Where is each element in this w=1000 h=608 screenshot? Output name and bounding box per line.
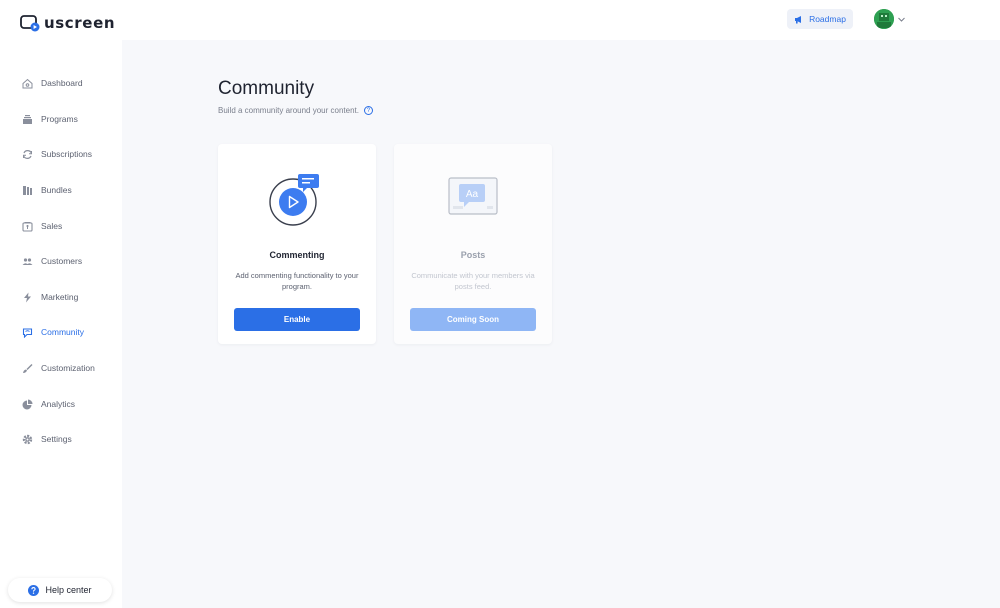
gear-icon bbox=[22, 434, 33, 445]
chat-icon bbox=[22, 327, 33, 338]
sidebar-item-bundles[interactable]: Bundles bbox=[22, 180, 72, 200]
question-circle-icon bbox=[28, 584, 40, 596]
card-title: Commenting bbox=[269, 250, 325, 260]
sidebar-item-community[interactable]: Community bbox=[22, 322, 84, 342]
bundles-icon bbox=[22, 185, 33, 196]
sidebar-item-customers[interactable]: Customers bbox=[22, 251, 82, 271]
megaphone-icon bbox=[795, 15, 802, 23]
help-center-label: Help center bbox=[45, 585, 92, 595]
sidebar-item-label: Community bbox=[41, 327, 84, 337]
sidebar-item-dashboard[interactable]: Dashboard bbox=[22, 73, 83, 93]
stack-icon bbox=[22, 114, 33, 125]
pie-chart-icon bbox=[22, 399, 33, 410]
sidebar: Dashboard Programs Subscriptions Bundles… bbox=[0, 40, 122, 608]
bolt-icon bbox=[22, 292, 33, 303]
page-subtitle: Build a community around your content. ? bbox=[218, 106, 373, 115]
brand-name: uscreen bbox=[44, 14, 116, 32]
sidebar-item-label: Programs bbox=[41, 114, 78, 124]
sidebar-item-label: Dashboard bbox=[41, 78, 83, 88]
card-description: Communicate with your members via posts … bbox=[411, 271, 535, 291]
card-title: Posts bbox=[460, 250, 486, 260]
sidebar-item-sales[interactable]: Sales bbox=[22, 216, 62, 236]
posts-illustration-text: Aa bbox=[466, 189, 479, 200]
card-description: Add commenting functionality to your pro… bbox=[235, 271, 359, 291]
account-menu[interactable] bbox=[874, 9, 905, 29]
sidebar-item-label: Settings bbox=[41, 434, 72, 444]
play-monitor-icon bbox=[20, 15, 40, 32]
sidebar-item-label: Marketing bbox=[41, 292, 79, 302]
sidebar-item-label: Subscriptions bbox=[41, 149, 93, 159]
refresh-icon bbox=[22, 149, 33, 160]
sidebar-item-subscriptions[interactable]: Subscriptions bbox=[22, 144, 92, 164]
enable-button[interactable]: Enable bbox=[234, 308, 360, 331]
people-icon bbox=[22, 256, 33, 267]
sidebar-item-label: Customers bbox=[41, 256, 83, 266]
sidebar-item-label: Analytics bbox=[41, 399, 76, 409]
commenting-illustration bbox=[218, 168, 376, 228]
price-tag-icon bbox=[22, 221, 33, 232]
sidebar-item-label: Sales bbox=[41, 221, 63, 231]
sidebar-item-label: Customization bbox=[41, 363, 95, 373]
page-title: Community bbox=[218, 78, 315, 99]
avatar bbox=[874, 9, 894, 29]
roadmap-label: Roadmap bbox=[809, 14, 846, 24]
sidebar-item-settings[interactable]: Settings bbox=[22, 429, 72, 449]
chevron-down-icon bbox=[898, 17, 905, 22]
coming-soon-button[interactable]: Coming Soon bbox=[410, 308, 536, 331]
brand-logo[interactable]: uscreen bbox=[20, 14, 115, 32]
page-subtitle-text: Build a community around your content. bbox=[218, 106, 359, 115]
roadmap-button[interactable]: Roadmap bbox=[787, 9, 853, 29]
posts-illustration: Aa bbox=[394, 168, 552, 228]
home-icon bbox=[22, 78, 33, 89]
sidebar-item-programs[interactable]: Programs bbox=[22, 109, 78, 129]
sidebar-item-label: Bundles bbox=[41, 185, 72, 195]
question-icon[interactable]: ? bbox=[363, 106, 373, 115]
posts-card: Aa Posts Communicate with your members v… bbox=[394, 144, 552, 344]
sidebar-item-customization[interactable]: Customization bbox=[22, 358, 95, 378]
sidebar-item-analytics[interactable]: Analytics bbox=[22, 394, 75, 414]
commenting-card: Commenting Add commenting functionality … bbox=[218, 144, 376, 344]
sidebar-item-marketing[interactable]: Marketing bbox=[22, 287, 78, 307]
top-bar: uscreen Roadmap bbox=[0, 0, 1000, 40]
help-center-button[interactable]: Help center bbox=[8, 578, 112, 602]
brush-icon bbox=[22, 363, 33, 374]
main-content: Community Build a community around your … bbox=[122, 40, 1000, 608]
